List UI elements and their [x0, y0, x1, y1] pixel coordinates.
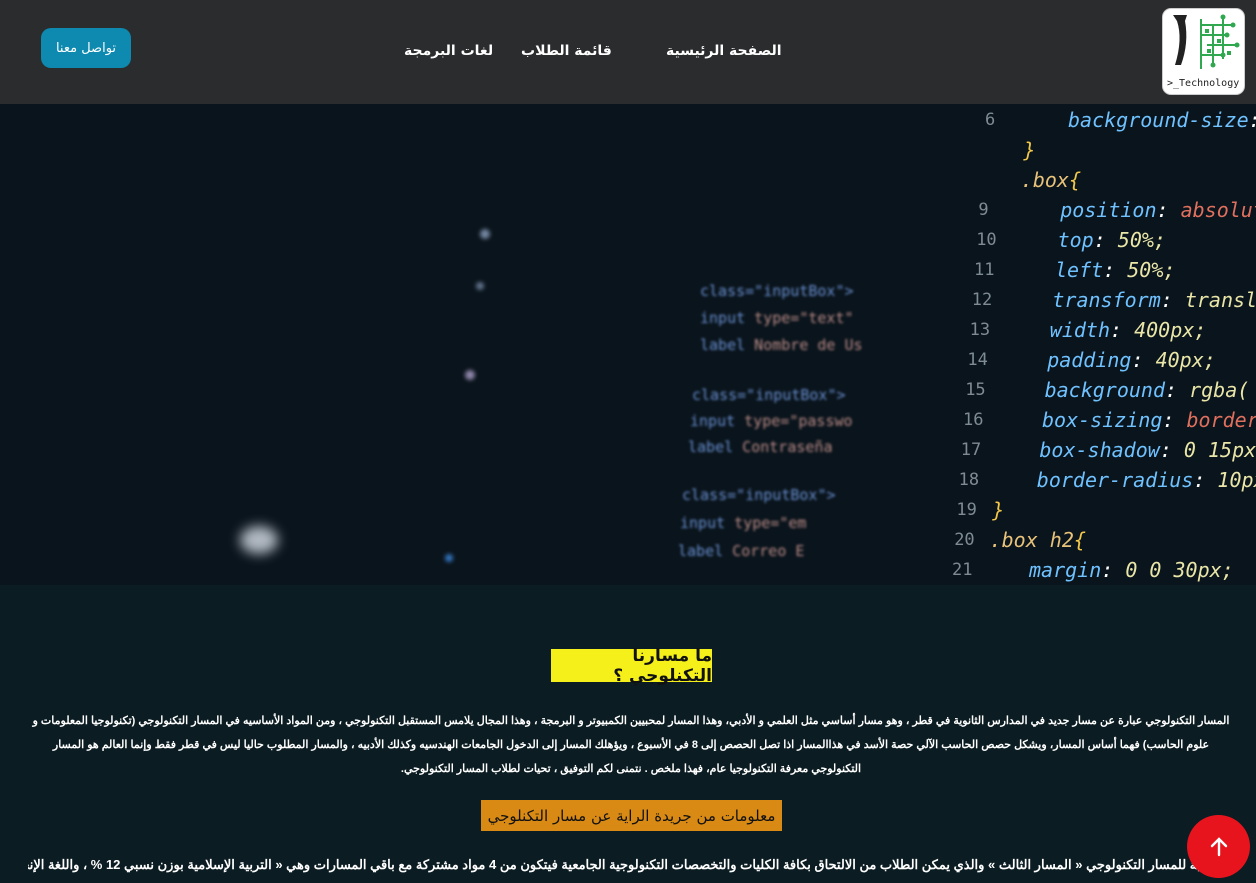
code-line-number: 17	[960, 440, 982, 460]
code-line: .box{	[1020, 168, 1082, 192]
code-background: 6 background-size:} .box{ 9 position: absolu…	[0, 104, 1256, 585]
code-line: box-shadow: 0 15px 2	[1039, 438, 1256, 462]
code-line-number: 11	[974, 260, 995, 280]
blurred-code-line: class="inputBox">	[700, 282, 854, 300]
nav-link-languages[interactable]: لغات البرمجة	[404, 43, 493, 59]
blurred-code-line: input type="text"	[700, 309, 854, 327]
contact-button[interactable]: تواصل معنا	[41, 28, 131, 68]
section-subtitle: معلومات من جريدة الراية عن مسار التكنلوج…	[481, 800, 782, 831]
blurred-code-line: label Contraseña	[688, 438, 833, 456]
code-line-number: 15	[965, 380, 986, 400]
section-title: ما مسارنا التكنلوجي ؟	[551, 646, 712, 686]
circuit-logo-icon	[1173, 14, 1240, 69]
logo-caption: >_Technology	[1167, 78, 1240, 89]
code-line-number: 10	[976, 230, 997, 250]
code-line-number: 13	[969, 320, 991, 340]
code-line: padding: 40px;	[1047, 348, 1216, 372]
code-line: }	[1023, 138, 1036, 162]
code-line: .box h2{	[989, 528, 1086, 552]
arrow-up-icon	[1210, 836, 1227, 856]
code-line: background-size:	[1068, 108, 1256, 132]
blurred-code-line: class="inputBox">	[692, 386, 846, 404]
scroll-to-top-button[interactable]	[1187, 815, 1250, 878]
code-line-number: 14	[967, 350, 988, 370]
navbar: >_Technology الصفحة الرئيسية قائمة الطلا…	[0, 0, 1256, 104]
code-line-number: 19	[956, 500, 977, 520]
code-line-number: 21	[952, 560, 973, 580]
code-line-number: 20	[954, 530, 975, 550]
code-line-number: 12	[971, 290, 993, 310]
hero-image: 6 background-size:} .box{ 9 position: absolu…	[0, 104, 1256, 585]
blurred-code-line: input type="em	[680, 514, 807, 532]
code-line: transform: translat	[1052, 288, 1256, 312]
code-line: }	[992, 498, 1005, 522]
code-line: width: 400px;	[1049, 318, 1207, 342]
intro-paragraph: المسار التكنولوجي عبارة عن مسار جديد في …	[32, 715, 1230, 775]
details-paragraph: وبالنسبة للمسار التكنولوجي « المسار الثا…	[28, 857, 1234, 872]
code-line-number: 18	[958, 470, 980, 490]
code-line: background: rgba(	[1044, 378, 1250, 402]
code-line: box-sizing: border-	[1042, 408, 1256, 432]
code-line-number: 9	[978, 200, 989, 220]
nav-link-home[interactable]: الصفحة الرئيسية	[666, 43, 782, 59]
code-line: border-radius: 10px;	[1036, 468, 1256, 492]
blurred-code-line: label Correo E	[678, 542, 805, 560]
blurred-code-line: class="inputBox">	[682, 486, 836, 504]
nav-link-students[interactable]: قائمة الطلاب	[521, 43, 612, 59]
code-line-number: 16	[963, 410, 984, 430]
code-line: position: absolute	[1060, 198, 1256, 222]
blurred-code-line: input type="passwo	[690, 412, 853, 430]
code-line: top: 50%;	[1057, 228, 1166, 252]
blurred-code-line: label Nombre de Us	[700, 336, 863, 354]
code-line-number: 6	[985, 110, 996, 130]
code-line: margin: 0 0 30px;	[1029, 558, 1234, 582]
site-logo[interactable]: >_Technology	[1163, 9, 1244, 94]
code-line: left: 50%;	[1055, 258, 1176, 282]
